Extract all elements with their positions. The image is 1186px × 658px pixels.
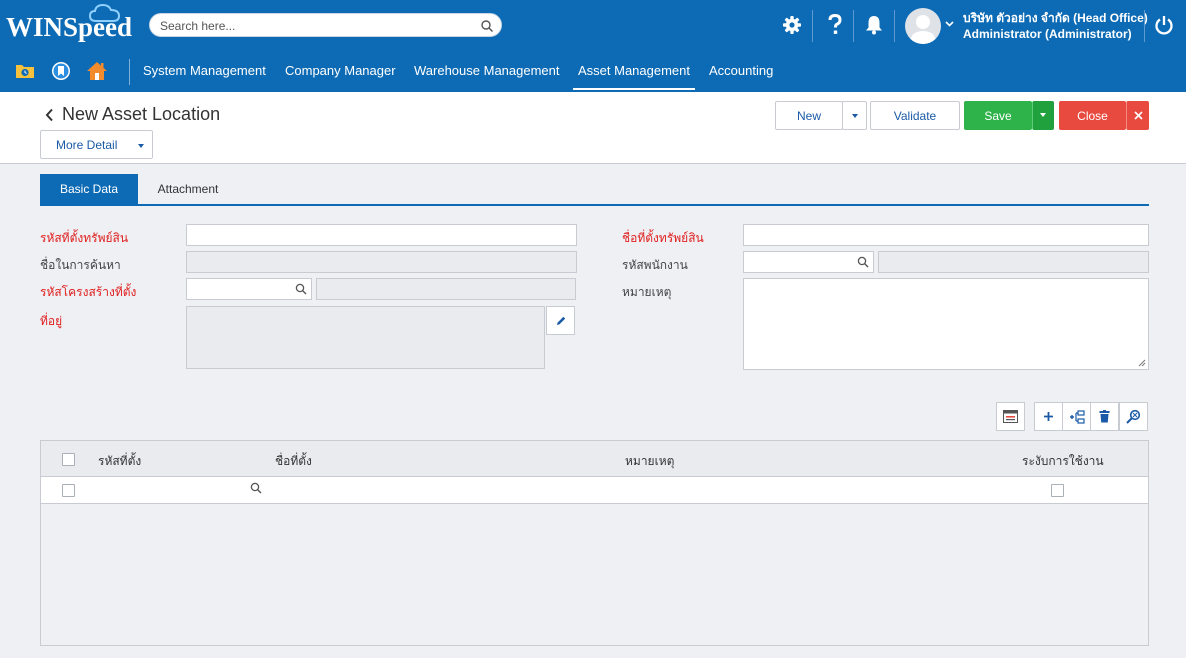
more-detail-caret-icon	[138, 144, 144, 148]
tab-basic-data[interactable]: Basic Data	[40, 174, 138, 204]
location-grid: รหัสที่ตั้ง ชื่อที่ตั้ง หมายเหตุ ระงับกา…	[40, 440, 1149, 646]
user-silhouette-icon	[910, 15, 936, 44]
employee-name-field	[878, 251, 1149, 273]
nav-company-manager[interactable]: Company Manager	[285, 63, 396, 78]
global-search-input[interactable]	[160, 17, 470, 34]
nav-divider	[129, 59, 130, 85]
trash-icon	[1099, 410, 1110, 423]
global-search[interactable]	[149, 13, 502, 37]
location-code-label: รหัสที่ตั้งทรัพย์สิน	[40, 231, 129, 245]
header-divider	[812, 10, 813, 42]
delete-row-button[interactable]	[1090, 402, 1119, 431]
structure-code-label: รหัสโครงสร้างที่ตั้ง	[40, 285, 137, 299]
page-title: New Asset Location	[62, 104, 221, 124]
close-x-icon[interactable]	[1126, 101, 1149, 130]
app-logo: WINSpeed	[6, 12, 133, 42]
column-header-remark[interactable]: หมายเหตุ	[625, 452, 674, 471]
tree-insert-icon	[1069, 409, 1085, 424]
grid-header: รหัสที่ตั้ง ชื่อที่ตั้ง หมายเหตุ ระงับกา…	[41, 441, 1148, 477]
search-filter-icon	[1126, 409, 1141, 424]
add-row-button[interactable]	[1034, 402, 1063, 431]
pencil-icon	[556, 316, 565, 325]
search-name-label: ชื่อในการค้นหา	[40, 258, 121, 272]
more-detail-dropdown[interactable]: More Detail	[40, 130, 153, 159]
back-chevron-icon[interactable]	[45, 108, 55, 122]
home-icon[interactable]	[86, 60, 108, 82]
new-dropdown-button[interactable]	[842, 101, 867, 130]
page-header: New Asset Location More Detail New Valid…	[0, 92, 1186, 164]
remark-textarea[interactable]	[743, 278, 1149, 370]
help-question-icon[interactable]	[823, 13, 847, 37]
column-header-inactive[interactable]: ระงับการใช้งาน	[1022, 452, 1104, 471]
new-button[interactable]: New	[775, 101, 843, 130]
tab-bar: Basic Data Attachment	[40, 174, 1149, 206]
header-divider	[894, 10, 895, 42]
address-field	[186, 306, 545, 369]
top-header: WINSpeed Search here... บริษัท ตัวอย่าง …	[0, 0, 1186, 50]
remark-label: หมายเหตุ	[622, 285, 672, 299]
lookup-search-icon[interactable]	[857, 256, 869, 268]
settings-gear-icon[interactable]	[780, 13, 804, 37]
card-list-icon	[1003, 410, 1018, 423]
header-divider	[853, 10, 854, 42]
caret-down-icon	[852, 114, 858, 118]
plus-icon	[1044, 412, 1053, 421]
validate-button[interactable]: Validate	[870, 101, 960, 130]
user-avatar[interactable]	[905, 8, 941, 44]
location-name-label: ชื่อที่ตั้งทรัพย์สิน	[622, 231, 704, 245]
resize-grip-icon[interactable]	[1138, 359, 1146, 367]
nav-asset-management[interactable]: Asset Management	[572, 63, 696, 90]
more-detail-label: More Detail	[56, 138, 118, 152]
search-icon[interactable]	[480, 19, 494, 33]
insert-row-button[interactable]	[1062, 402, 1091, 431]
search-clear-button[interactable]	[1119, 402, 1148, 431]
structure-code-field[interactable]	[186, 278, 312, 300]
edit-address-button[interactable]	[546, 306, 575, 335]
column-chooser-button[interactable]	[996, 402, 1025, 431]
filter-inactive-checkbox[interactable]	[1051, 484, 1064, 497]
location-name-field[interactable]	[743, 224, 1149, 246]
notification-bell-icon[interactable]	[862, 13, 886, 37]
location-code-field[interactable]	[186, 224, 577, 246]
folder-clock-icon[interactable]	[14, 60, 36, 82]
filter-checkbox[interactable]	[62, 484, 75, 497]
employee-code-label: รหัสพนักงาน	[622, 258, 688, 272]
user-menu-chevron-icon[interactable]	[945, 21, 954, 27]
close-button[interactable]: Close	[1059, 101, 1126, 130]
nav-accounting[interactable]: Accounting	[709, 63, 773, 78]
address-label: ที่อยู่	[40, 314, 63, 328]
nav-warehouse-management[interactable]: Warehouse Management	[414, 63, 560, 78]
main-navigation: System Management Company Manager Wareho…	[0, 50, 1186, 92]
structure-name-field	[316, 278, 576, 300]
select-all-checkbox[interactable]	[62, 453, 75, 466]
header-divider	[1144, 10, 1145, 42]
nav-system-management[interactable]: System Management	[143, 63, 266, 78]
column-header-location-name[interactable]: ชื่อที่ตั้ง	[275, 452, 312, 471]
tab-attachment[interactable]: Attachment	[138, 174, 238, 204]
company-name: บริษัท ตัวอย่าง จำกัด (Head Office)	[963, 11, 1148, 25]
save-button[interactable]: Save	[964, 101, 1032, 130]
bookmark-icon[interactable]	[50, 60, 72, 82]
user-name: Administrator (Administrator)	[963, 27, 1132, 41]
column-header-location-code[interactable]: รหัสที่ตั้ง	[98, 452, 141, 471]
filter-search-icon[interactable]	[250, 482, 262, 494]
user-company-info[interactable]: บริษัท ตัวอย่าง จำกัด (Head Office) Admi…	[963, 10, 1148, 42]
power-logout-icon[interactable]	[1152, 13, 1176, 37]
lookup-search-icon[interactable]	[295, 283, 307, 295]
caret-down-icon	[1040, 113, 1046, 117]
grid-filter-row	[41, 477, 1148, 504]
search-name-field	[186, 251, 577, 273]
save-dropdown-button[interactable]	[1032, 101, 1054, 130]
employee-code-field[interactable]	[743, 251, 874, 273]
